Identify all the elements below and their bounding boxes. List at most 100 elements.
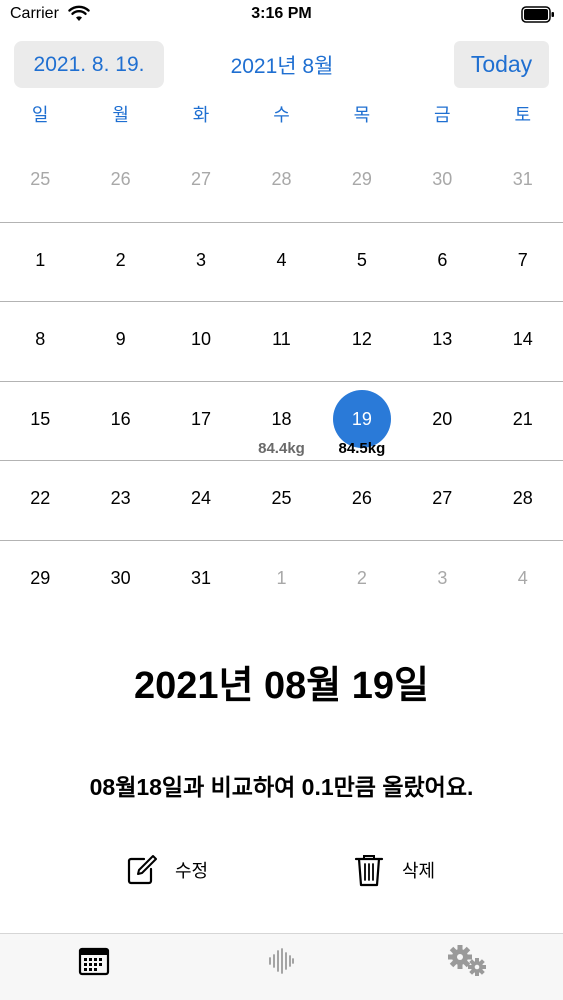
tab-settings[interactable] — [446, 944, 490, 978]
calendar-day[interactable]: 14 — [483, 302, 563, 381]
day-number: 21 — [512, 408, 533, 429]
calendar-week-row: 22 23 24 25 26 27 28 — [0, 460, 563, 540]
weekday-label: 월 — [112, 105, 129, 125]
edit-icon — [127, 855, 157, 885]
day-number: 29 — [351, 169, 372, 189]
tab-bar — [0, 933, 563, 1000]
calendar-day[interactable]: 18 84.4kg — [241, 382, 321, 461]
calendar-day[interactable]: 15 — [0, 382, 80, 461]
calendar-day[interactable]: 25 — [241, 461, 321, 540]
month-title: 2021년 8월 — [230, 54, 334, 78]
day-number: 20 — [432, 408, 453, 429]
status-bar: Carrier 3:16 PM — [0, 0, 563, 30]
weight-value: 84.5kg — [338, 439, 386, 457]
calendar-week-row: 8 9 10 11 12 13 14 — [0, 301, 563, 381]
calendar-day[interactable]: 9 — [80, 302, 160, 381]
calendar-day[interactable]: 12 — [322, 302, 402, 381]
calendar-day[interactable]: 25 — [0, 142, 80, 222]
day-number: 1 — [276, 567, 287, 588]
calendar-day[interactable]: 10 — [161, 302, 241, 381]
calendar-day[interactable]: 3 — [161, 223, 241, 302]
selected-date-button[interactable]: 2021. 8. 19. — [14, 41, 164, 88]
calendar-day[interactable]: 31 — [161, 541, 241, 620]
calendar-week-row: 29 30 31 1 2 3 4 — [0, 539, 563, 620]
calendar-day[interactable]: 2 — [322, 541, 402, 620]
day-number: 30 — [110, 567, 131, 588]
calendar-day[interactable]: 7 — [483, 223, 563, 302]
calendar-day[interactable]: 30 — [402, 142, 482, 222]
detail-date: 2021년 08월 19일 — [133, 665, 430, 707]
calendar-day[interactable]: 29 — [322, 142, 402, 222]
day-number: 10 — [191, 329, 212, 350]
day-number: 16 — [110, 408, 131, 429]
calendar-week-row: 25 26 27 28 29 30 31 — [0, 142, 563, 222]
tab-stats[interactable] — [259, 944, 303, 978]
calendar-day[interactable]: 28 — [483, 461, 563, 540]
calendar-day[interactable]: 13 — [402, 302, 482, 381]
gears-icon — [448, 945, 486, 976]
calendar-day[interactable]: 27 — [161, 142, 241, 222]
calendar-day[interactable]: 21 — [483, 382, 563, 461]
calendar-day[interactable]: 22 — [0, 461, 80, 540]
day-number: 19 — [351, 408, 372, 429]
waveform-icon — [269, 948, 294, 974]
calendar-day[interactable]: 1 — [0, 223, 80, 302]
day-number: 17 — [191, 408, 212, 429]
day-number: 28 — [271, 169, 292, 189]
calendar-day[interactable]: 4 — [241, 223, 321, 302]
calendar-day[interactable]: 11 — [241, 302, 321, 381]
day-number: 1 — [35, 249, 46, 270]
day-number: 2 — [356, 567, 367, 588]
calendar-day[interactable]: 2 — [80, 223, 160, 302]
day-number: 13 — [432, 329, 453, 350]
calendar-day-selected[interactable]: 19 84.5kg — [322, 382, 402, 461]
calendar-day[interactable]: 16 — [80, 382, 160, 461]
today-button[interactable]: Today — [454, 41, 549, 88]
calendar-day[interactable]: 3 — [402, 541, 482, 620]
delete-button[interactable]: 삭제 — [354, 850, 435, 890]
day-number: 9 — [115, 329, 126, 350]
weekday-label: 금 — [434, 105, 451, 125]
calendar-day[interactable]: 29 — [0, 541, 80, 620]
weekday-label: 목 — [353, 105, 371, 125]
day-number: 15 — [30, 408, 51, 429]
battery-icon — [521, 6, 554, 23]
day-number: 25 — [271, 488, 292, 509]
calendar-day[interactable]: 28 — [241, 142, 321, 222]
day-number: 2 — [115, 249, 126, 270]
day-number: 4 — [276, 249, 287, 270]
calendar-day[interactable]: 5 — [322, 223, 402, 302]
status-time: 3:16 PM — [251, 5, 312, 22]
calendar-day[interactable]: 8 — [0, 302, 80, 381]
day-number: 31 — [191, 567, 212, 588]
calendar-day[interactable]: 26 — [322, 461, 402, 540]
edit-button[interactable]: 수정 — [127, 850, 208, 890]
calendar-day[interactable]: 1 — [241, 541, 321, 620]
comparison-message: 08월18일과 비교하여 0.1만큼 올랐어요. — [89, 774, 474, 800]
calendar-day[interactable]: 20 — [402, 382, 482, 461]
weekday-label: 토 — [514, 105, 532, 125]
calendar-day[interactable]: 27 — [402, 461, 482, 540]
day-number: 7 — [517, 249, 528, 270]
day-number: 26 — [110, 169, 131, 189]
calendar-day[interactable]: 24 — [161, 461, 241, 540]
tab-calendar[interactable] — [72, 944, 116, 978]
day-number: 29 — [30, 567, 51, 588]
calendar-day[interactable]: 6 — [402, 223, 482, 302]
calendar-day[interactable]: 17 — [161, 382, 241, 461]
day-number: 28 — [512, 488, 533, 509]
calendar-day[interactable]: 30 — [80, 541, 160, 620]
trash-icon — [354, 855, 384, 887]
calendar-day[interactable]: 23 — [80, 461, 160, 540]
calendar-icon — [78, 947, 110, 976]
day-number: 14 — [512, 329, 533, 350]
calendar-header: 2021. 8. 19. 2021년 8월 Today — [0, 41, 563, 89]
calendar-day[interactable]: 4 — [483, 541, 563, 620]
calendar-day[interactable]: 31 — [483, 142, 563, 222]
day-number: 3 — [196, 249, 207, 270]
day-number: 4 — [517, 567, 528, 588]
calendar-week-row: 15 16 17 18 84.4kg 19 84.5kg 20 21 — [0, 380, 563, 461]
calendar-day[interactable]: 26 — [80, 142, 160, 222]
calendar-grid: 25 26 27 28 29 30 31 1 2 3 4 5 6 7 8 9 10 11 12 13 14 15 16 17 1… — [0, 142, 563, 620]
edit-label: 수정 — [175, 861, 209, 881]
